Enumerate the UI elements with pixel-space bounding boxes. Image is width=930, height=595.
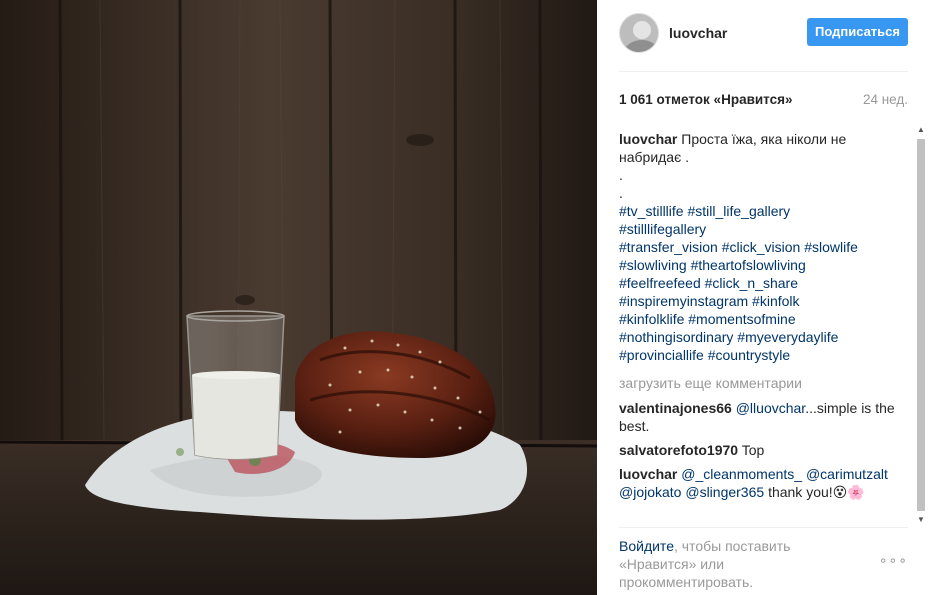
comment-text: Top — [741, 442, 765, 458]
login-link[interactable]: Войдите — [619, 538, 674, 554]
likes-row: 1 061 отметок «Нравится» 24 нед. — [619, 92, 908, 112]
hashtag-line[interactable]: #nothingisordinary #myeverydaylife — [619, 328, 910, 346]
scroll-down-arrow-icon[interactable]: ▼ — [916, 515, 926, 525]
avatar-image — [620, 14, 658, 52]
still-life-image — [0, 0, 597, 595]
hashtag-line[interactable]: #feelfreefeed #click_n_share — [619, 274, 910, 292]
post-header: luovchar Подписаться — [619, 0, 908, 72]
hashtag-line[interactable]: #transfer_vision #click_vision #slowlife — [619, 238, 910, 256]
comment-mention[interactable]: @lluovchar — [736, 400, 805, 416]
hashtag-line[interactable]: #tv_stilllife #still_life_gallery — [619, 202, 910, 220]
caption-dot: . — [619, 167, 623, 183]
scrollbar-thumb[interactable] — [917, 139, 925, 511]
follow-button[interactable]: Подписаться — [807, 18, 908, 46]
post-footer: Войдите, чтобы поставить «Нравится» или … — [619, 527, 908, 591]
hashtag-line[interactable]: #stilllifegallery — [619, 220, 910, 238]
ellipsis-icon[interactable]: ∘∘∘ — [879, 552, 908, 569]
hashtag-line[interactable]: #inspiremyinstagram #kinfolk — [619, 292, 910, 310]
hashtag-line[interactable]: #kinfolklife #momentsofmine — [619, 310, 910, 328]
comment-text: thank you!😵🌸 — [768, 484, 865, 500]
post-username[interactable]: luovchar — [669, 25, 727, 41]
login-prompt: Войдите, чтобы поставить «Нравится» или … — [619, 537, 849, 591]
avatar[interactable] — [619, 13, 659, 53]
caption-dot: . — [619, 185, 623, 201]
comment-username[interactable]: valentinajones66 — [619, 400, 732, 416]
comments-scrollbar[interactable]: ▲ ▼ — [914, 125, 928, 525]
comment-username[interactable]: luovchar — [619, 466, 677, 482]
post-time[interactable]: 24 нед. — [863, 92, 908, 107]
comment-item: luovchar @_cleanmoments_ @carimutzalt @j… — [619, 465, 910, 501]
post-photo[interactable] — [0, 0, 597, 595]
post-side-panel: luovchar Подписаться 1 061 отметок «Нрав… — [597, 0, 930, 595]
caption-comment: luovchar Проста їжа, яка ніколи не набри… — [619, 130, 910, 364]
comments-list[interactable]: luovchar Проста їжа, яка ніколи не набри… — [619, 130, 910, 528]
caption-username[interactable]: luovchar — [619, 131, 677, 147]
comment-item: valentinajones66 @lluovchar...simple is … — [619, 399, 910, 435]
hashtag-line[interactable]: #provinciallife #countrystyle — [619, 346, 910, 364]
comment-username[interactable]: salvatorefoto1970 — [619, 442, 738, 458]
hashtag-line[interactable]: #slowliving #theartofslowliving — [619, 256, 910, 274]
load-more-comments-link[interactable]: загрузить еще комментарии — [619, 374, 910, 392]
scroll-up-arrow-icon[interactable]: ▲ — [916, 125, 926, 135]
likes-count[interactable]: 1 061 отметок «Нравится» — [619, 92, 793, 107]
comment-item: salvatorefoto1970 Top — [619, 441, 910, 459]
